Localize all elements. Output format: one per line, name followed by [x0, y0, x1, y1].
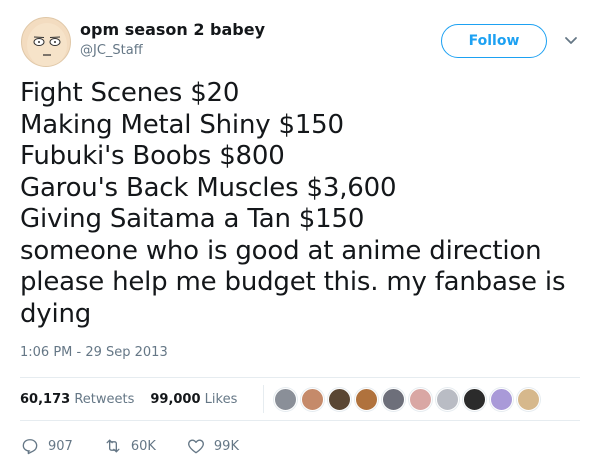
tweet-actions: 907 60K 99K	[20, 432, 269, 460]
liker-avatar[interactable]	[463, 387, 487, 411]
like-count: 99K	[213, 438, 239, 454]
liker-avatars	[263, 385, 544, 413]
tweet-timestamp[interactable]: 1:06 PM - 29 Sep 2013	[20, 345, 168, 360]
like-action[interactable]: 99K	[186, 436, 239, 456]
user-names: opm season 2 babey @JC_Staff	[80, 20, 265, 60]
retweet-count: 60K	[130, 438, 156, 454]
liker-avatar[interactable]	[436, 387, 460, 411]
tweet-line: Making Metal Shiny $150	[20, 109, 344, 140]
liker-avatar[interactable]	[517, 387, 541, 411]
heart-icon	[187, 439, 204, 454]
liker-avatar[interactable]	[328, 387, 352, 411]
tweet-text: Fight Scenes $20 Making Metal Shiny $150…	[20, 78, 580, 330]
reply-count: 907	[48, 438, 73, 454]
divider	[20, 420, 580, 421]
chevron-down-icon[interactable]	[563, 32, 579, 48]
user-handle[interactable]: @JC_Staff	[80, 42, 265, 60]
tweet-line: Fubuki's Boobs $800	[20, 141, 285, 171]
tweet-line: someone who is good at anime direction	[20, 235, 542, 266]
retweets-label: Retweets	[74, 391, 135, 407]
reply-action[interactable]: 907	[20, 436, 73, 456]
follow-button[interactable]: Follow	[441, 24, 547, 58]
likes-label: Likes	[204, 391, 238, 407]
retweets-stat[interactable]: 60,173 Retweets	[20, 392, 134, 407]
liker-avatar[interactable]	[490, 387, 514, 411]
liker-avatar[interactable]	[355, 387, 379, 411]
user-avatar[interactable]	[21, 17, 71, 67]
retweet-icon	[106, 439, 120, 453]
retweet-action[interactable]: 60K	[103, 436, 156, 456]
tweet-header: opm season 2 babey @JC_Staff Follow	[0, 0, 600, 80]
tweet-line: Fight Scenes $20	[20, 78, 240, 108]
liker-avatar[interactable]	[274, 387, 298, 411]
display-name[interactable]: opm season 2 babey	[80, 20, 265, 40]
likes-count: 99,000	[150, 391, 201, 407]
saitama-face-icon	[27, 23, 67, 66]
engagement-stats: 60,173 Retweets 99,000 Likes	[20, 378, 580, 420]
liker-avatar[interactable]	[409, 387, 433, 411]
tweet-line: please help me budget this. my fanbase i…	[20, 267, 566, 297]
tweet-line: Garou's Back Muscles $3,600	[20, 172, 397, 203]
tweet-line: dying	[20, 298, 92, 329]
tweet-line: Giving Saitama a Tan $150	[20, 204, 365, 234]
liker-avatar[interactable]	[382, 387, 406, 411]
liker-avatar[interactable]	[301, 387, 325, 411]
likes-stat[interactable]: 99,000 Likes	[150, 392, 237, 407]
reply-icon	[22, 439, 38, 455]
retweets-count: 60,173	[20, 391, 71, 407]
